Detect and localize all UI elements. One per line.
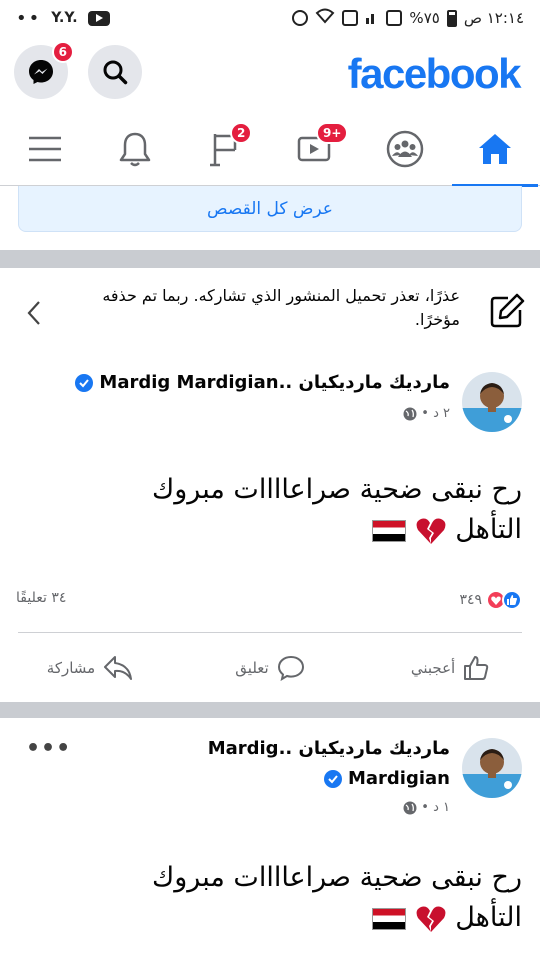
search-button[interactable]: [88, 45, 142, 99]
status-bar: •• Y.Y. %٧٥ ١٢:١٤ ص: [0, 0, 540, 36]
post-meta: ١ د •: [403, 800, 450, 815]
share-icon: [104, 656, 133, 680]
post-time: ١ د •: [421, 800, 450, 815]
messenger-button[interactable]: 6: [14, 41, 74, 99]
status-tag: Y.Y.: [51, 10, 78, 26]
failed-upload-notice: عذرًا، تعذر تحميل المنشور الذي تشاركه. ر…: [0, 268, 540, 356]
tab-groups[interactable]: [360, 112, 450, 186]
chart-icon: [386, 10, 403, 26]
failed-upload-message: عذرًا، تعذر تحميل المنشور الذي تشاركه. ر…: [102, 286, 460, 329]
verified-badge-icon: [323, 769, 342, 788]
tab-watch[interactable]: 9+: [270, 112, 360, 186]
youtube-icon: [87, 10, 110, 26]
edit-icon[interactable]: [488, 292, 526, 330]
comment-button[interactable]: تعليق: [180, 655, 360, 681]
actions-divider: [18, 632, 522, 633]
messenger-icon: [29, 60, 53, 84]
search-icon: [103, 60, 128, 85]
comments-count[interactable]: ٣٤ تعليقًا: [16, 590, 66, 606]
comment-label: تعليق: [235, 659, 269, 677]
like-reaction-icon: [502, 590, 522, 610]
notification-icon: [342, 10, 359, 26]
alarm-icon: [292, 10, 309, 26]
avatar[interactable]: [462, 738, 522, 798]
section-separator: [0, 250, 540, 268]
clock: ١٢:١٤ ص: [463, 9, 524, 27]
post-text-line2: التأهل: [22, 510, 522, 550]
see-all-stories-label: عرض كل القصص: [207, 198, 333, 219]
tab-home[interactable]: [450, 112, 540, 187]
globe-icon: [403, 407, 417, 420]
battery-percent: %٧٥: [409, 9, 440, 27]
like-label: أعجبني: [410, 659, 456, 677]
wifi-icon: [315, 8, 335, 28]
verified-badge-icon: [75, 373, 94, 392]
post-author-name-line1: ماردیك ماردیكیان ..Mardig: [207, 738, 450, 759]
app-header: 6 facebook: [0, 36, 540, 112]
more-options-button[interactable]: •••: [26, 736, 71, 761]
groups-icon: [386, 130, 424, 168]
status-bar-left: •• Y.Y.: [16, 8, 110, 29]
like-button[interactable]: أعجبني: [360, 655, 540, 681]
thumbs-up-icon: [464, 656, 489, 680]
post-author[interactable]: ماردیك ماردیكیان ..Mardig: [208, 738, 450, 759]
messenger-badge: 6: [51, 41, 74, 63]
share-label: مشاركة: [46, 659, 96, 677]
broken-heart-emoji-icon: [416, 518, 446, 544]
post-actions: أعجبني تعليق مشاركة: [0, 643, 540, 693]
see-all-stories-button[interactable]: عرض كل القصص: [18, 186, 522, 232]
battery-icon: [446, 9, 457, 27]
post-text: رح نبقى ضحية صراعاااات مبروك التأهل: [22, 470, 522, 550]
post-header: ماردیك ماردیكیان ..Mardig Mardigian ١ د …: [0, 736, 540, 826]
hamburger-menu-icon: [29, 136, 61, 162]
post-meta: ٢ د •: [403, 406, 450, 421]
post-text: رح نبقى ضحية صراعاااات مبروك التأهل: [22, 858, 522, 938]
status-bar-right: %٧٥ ١٢:١٤ ص: [292, 8, 524, 28]
signal-icon: [365, 8, 379, 28]
share-button[interactable]: مشاركة: [0, 655, 180, 681]
post-text-line2-words: التأهل: [455, 514, 522, 545]
post-header: ماردیك ماردیكیان ..Mardig Mardigian ٢ د …: [0, 370, 540, 440]
post-text-line2: التأهل: [22, 898, 522, 938]
syria-flag-emoji-icon: [372, 519, 407, 542]
top-nav: 9+ 2: [0, 112, 540, 187]
post-time: ٢ د •: [421, 406, 450, 421]
status-dots: ••: [16, 7, 42, 29]
post-text-line1: رح نبقى ضحية صراعاااات مبروك: [152, 474, 522, 505]
broken-heart-emoji-icon: [416, 906, 446, 932]
chevron-left-icon[interactable]: [26, 300, 42, 326]
globe-icon: [403, 801, 417, 814]
home-icon: [479, 134, 511, 164]
tab-pages[interactable]: 2: [180, 112, 270, 186]
bell-icon: [119, 132, 151, 167]
reactions-count: ٣٤٩: [459, 592, 482, 608]
post-text-line2-words: التأهل: [455, 902, 522, 933]
facebook-logo[interactable]: facebook: [348, 50, 522, 98]
post-text-line1: رح نبقى ضحية صراعاااات مبروك: [152, 862, 522, 893]
reactions-summary[interactable]: ٣٤٩: [459, 590, 522, 610]
post-author-name-line2: Mardigian: [347, 768, 450, 789]
post-author[interactable]: ماردیك ماردیكیان ..Mardig Mardigian: [75, 372, 450, 393]
avatar[interactable]: [462, 372, 522, 432]
section-separator: [0, 702, 540, 718]
watch-badge: 9+: [316, 122, 349, 144]
syria-flag-emoji-icon: [372, 907, 407, 930]
tab-notifications[interactable]: [90, 112, 180, 186]
post-counts: ٣٤٩ ٣٤ تعليقًا: [0, 590, 540, 616]
pages-badge: 2: [230, 122, 253, 144]
tab-menu[interactable]: [0, 112, 90, 186]
post-author-name: ماردیك ماردیكیان ..Mardig Mardigian: [99, 372, 450, 393]
comment-icon: [277, 655, 304, 681]
post-author-line2[interactable]: Mardigian: [323, 768, 450, 789]
